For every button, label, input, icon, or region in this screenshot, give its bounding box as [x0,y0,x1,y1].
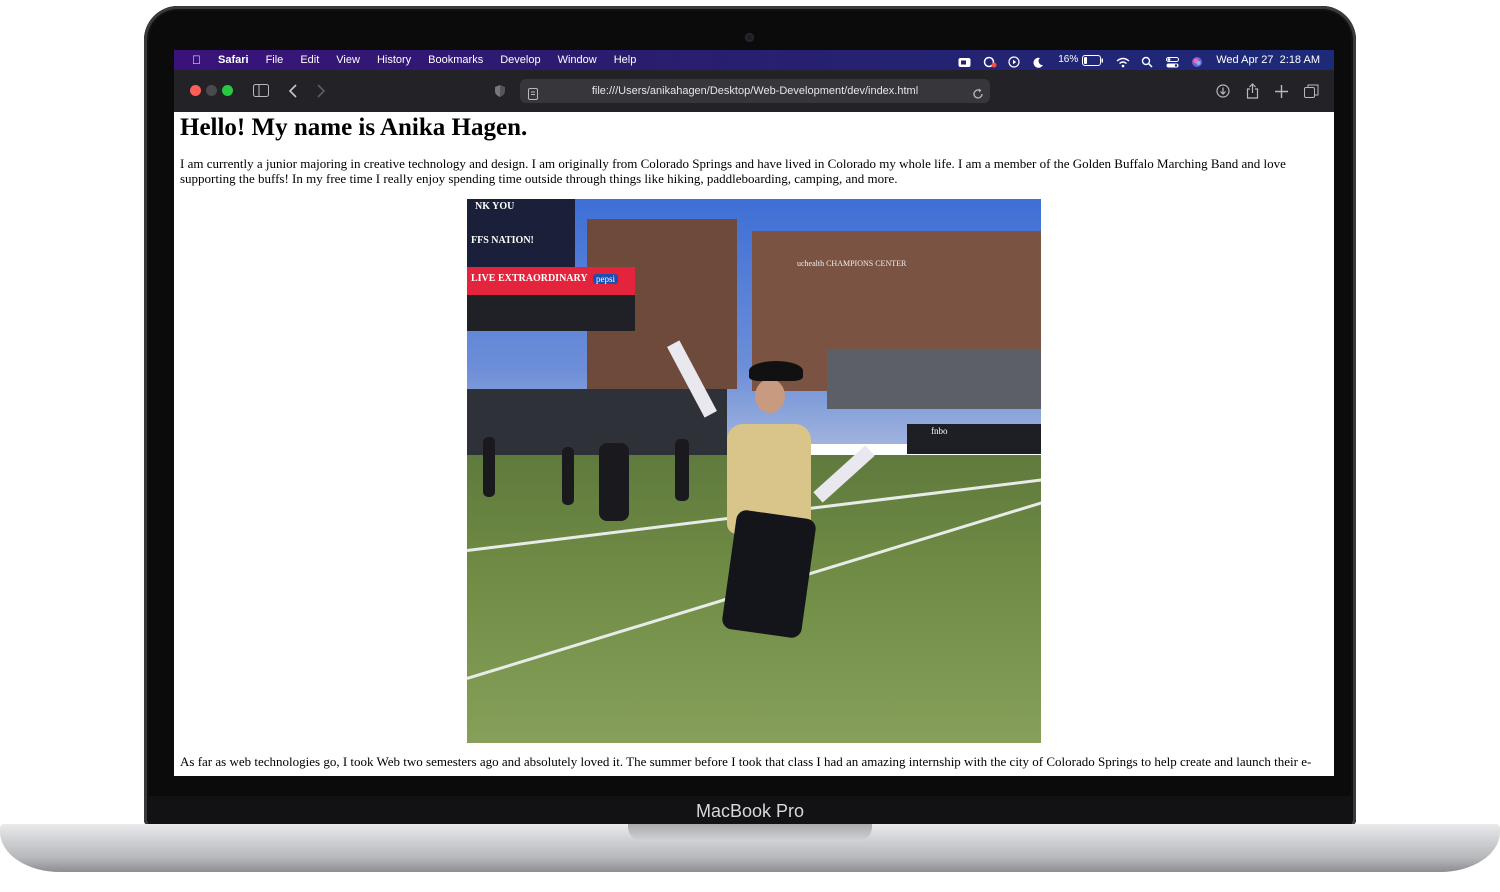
address-bar[interactable]: file:///Users/anikahagen/Desktop/Web-Dev… [520,79,990,103]
band-photo: uchealth CHAMPIONS CENTER NK YOU FFS NAT… [467,199,1041,743]
new-tab-plus-icon[interactable] [1270,80,1292,102]
photo-stands-right [827,349,1041,409]
photo-band-member [483,437,495,497]
sidebar-toggle-icon[interactable] [250,80,272,102]
photo-sideline-wall: fnbo [907,424,1041,454]
spotlight-search-icon[interactable] [1141,55,1154,68]
share-icon[interactable] [1241,80,1263,102]
menu-help[interactable]: Help [614,50,637,70]
apple-icon[interactable]:  [192,50,201,70]
web-page: Hello! My name is Anika Hagen. I am curr… [174,112,1334,776]
photo-band-member [599,443,629,521]
close-window-button[interactable] [190,85,201,96]
photo-video-board: NK YOU FFS NATION! [467,199,575,267]
technologies-paragraph: As far as web technologies go, I took We… [180,754,1312,769]
menu-develop[interactable]: Develop [500,50,540,70]
menu-view[interactable]: View [336,50,360,70]
photo-ribbon-board: LIVE EXTRAORDINARY pepsi [467,267,635,295]
photo-person-legs [721,509,817,639]
zoom-icon[interactable] [958,55,971,67]
photo-person-hat [749,361,803,381]
url-text: file:///Users/anikahagen/Desktop/Web-Dev… [591,85,919,97]
screen-record-icon[interactable] [983,55,997,67]
screen:  Safari File Edit View History Bookmark… [174,50,1334,776]
menu-file[interactable]: File [266,50,284,70]
menu-bar:  Safari File Edit View History Bookmark… [174,50,1334,70]
maximize-window-button[interactable] [222,85,233,96]
downloads-icon[interactable] [1212,80,1234,102]
menu-history[interactable]: History [377,50,411,70]
photo-building-sign: uchealth CHAMPIONS CENTER [797,259,907,268]
photo-person-face [755,379,785,413]
photo-band-member [562,447,574,505]
siri-icon[interactable] [1191,55,1204,67]
menu-bookmarks[interactable]: Bookmarks [428,50,483,70]
battery-percent: 16% [1058,54,1079,65]
minimize-window-button[interactable] [206,85,217,96]
do-not-disturb-moon-icon[interactable] [1033,55,1046,68]
wifi-icon[interactable] [1116,55,1130,67]
intro-paragraph: I am currently a junior majoring in crea… [180,156,1286,186]
control-center-icon[interactable] [1166,55,1180,67]
back-chevron-icon[interactable] [282,80,304,102]
browser-toolbar: file:///Users/anikahagen/Desktop/Web-Dev… [174,70,1334,113]
battery-icon [1082,54,1104,66]
photo-band-member [675,439,689,501]
menu-edit[interactable]: Edit [300,50,319,70]
menu-app-name[interactable]: Safari [218,50,249,70]
battery-status[interactable]: 16% [1058,50,1104,70]
menu-window[interactable]: Window [558,50,597,70]
webcam [745,33,754,42]
laptop-lid-notch [628,824,872,841]
page-heading: Hello! My name is Anika Hagen. [180,114,528,141]
reload-icon[interactable] [972,85,984,109]
menu-clock[interactable]: Wed Apr 27 2:18 AM [1216,50,1320,70]
privacy-shield-icon[interactable] [489,80,511,102]
forward-chevron-icon[interactable] [310,80,332,102]
laptop-brand-label: MacBook Pro [695,801,805,821]
photo-sponsor-board [467,295,635,331]
play-icon[interactable] [1008,55,1021,68]
tab-overview-icon[interactable] [1300,80,1322,102]
